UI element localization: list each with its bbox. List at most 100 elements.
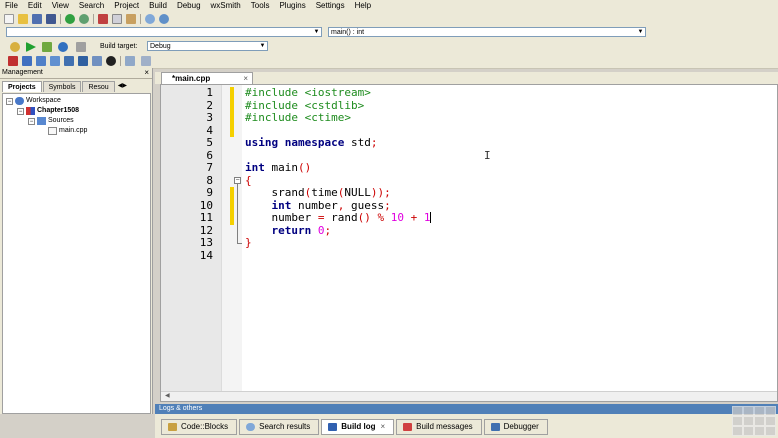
code-completion-toolbar: ▼ main() : int ▼ bbox=[0, 26, 778, 41]
tree-node-sources[interactable]: − Sources bbox=[28, 116, 74, 126]
open-icon[interactable] bbox=[18, 14, 28, 24]
build-target-select[interactable]: Debug ▼ bbox=[147, 41, 268, 51]
line-number: 7 bbox=[206, 161, 213, 174]
editor-tab-bar: *main.cpp × bbox=[155, 72, 778, 84]
tab-label: Build log bbox=[341, 422, 376, 431]
logs-title: Logs & others bbox=[155, 404, 778, 414]
collapse-icon[interactable]: − bbox=[6, 97, 13, 105]
menu-settings[interactable]: Settings bbox=[311, 0, 350, 12]
toolbar-separator bbox=[93, 14, 94, 24]
tree-node-file[interactable]: main.cpp bbox=[48, 126, 87, 136]
menu-view[interactable]: View bbox=[47, 0, 74, 12]
close-icon[interactable]: × bbox=[144, 68, 149, 78]
tab-main-cpp-label: *main.cpp bbox=[172, 74, 211, 83]
chevron-down-icon: ▼ bbox=[313, 29, 320, 35]
code-editor[interactable]: 1 2 3 4 5 6 7 8 9 10 11 12 13 14 − #incl… bbox=[160, 84, 778, 402]
project-icon bbox=[26, 107, 35, 115]
fold-collapse-icon[interactable]: − bbox=[234, 177, 241, 184]
main-toolbar bbox=[0, 12, 778, 27]
tab-search-results[interactable]: Search results bbox=[239, 419, 320, 435]
debug-info-icon[interactable] bbox=[141, 56, 151, 66]
close-icon[interactable]: × bbox=[381, 420, 386, 434]
debug-windows-icon[interactable] bbox=[125, 56, 135, 66]
logs-panel: Logs & others Code::Blocks Search result… bbox=[155, 404, 778, 438]
rebuild-icon[interactable] bbox=[58, 42, 68, 52]
code-line-9: srand(time(NULL)); bbox=[245, 186, 391, 199]
redo-icon[interactable] bbox=[79, 14, 89, 24]
function-combo-value: main() : int bbox=[331, 29, 365, 36]
build-log-icon bbox=[328, 423, 338, 431]
replace-icon[interactable] bbox=[159, 14, 169, 24]
step-into-instruction-icon[interactable] bbox=[92, 56, 102, 66]
file-icon bbox=[48, 127, 57, 135]
scope-combo[interactable]: ▼ bbox=[6, 27, 322, 37]
tab-build-log[interactable]: Build log × bbox=[321, 419, 395, 435]
menu-bar: File Edit View Search Project Build Debu… bbox=[0, 0, 778, 12]
workspace-icon bbox=[15, 97, 24, 105]
tree-node-workspace[interactable]: − Workspace bbox=[6, 96, 61, 106]
chevron-down-icon: ▼ bbox=[637, 29, 644, 35]
cut-icon[interactable] bbox=[98, 14, 108, 24]
tab-projects[interactable]: Projects bbox=[2, 81, 42, 92]
line-number: 11 bbox=[199, 211, 213, 224]
management-panel: Management × Projects Symbols Resou ◀▶ −… bbox=[0, 68, 153, 414]
menu-search[interactable]: Search bbox=[74, 0, 109, 12]
fold-line bbox=[237, 184, 238, 243]
collapse-icon[interactable]: − bbox=[17, 107, 24, 115]
tab-resources[interactable]: Resou bbox=[82, 81, 115, 92]
tab-main-cpp[interactable]: *main.cpp × bbox=[161, 72, 253, 84]
line-number: 3 bbox=[206, 111, 213, 124]
line-number: 14 bbox=[199, 248, 213, 262]
menu-help[interactable]: Help bbox=[350, 0, 376, 12]
build-and-run-icon[interactable] bbox=[42, 42, 52, 52]
menu-file[interactable]: File bbox=[0, 0, 23, 12]
menu-debug[interactable]: Debug bbox=[172, 0, 206, 12]
menu-wxsmith[interactable]: wxSmith bbox=[206, 0, 246, 12]
scroll-left-icon[interactable]: ◀ bbox=[165, 392, 170, 401]
management-title: Management bbox=[2, 69, 43, 76]
stop-debugger-icon[interactable] bbox=[106, 56, 116, 66]
line-number: 1 bbox=[206, 86, 213, 99]
step-into-icon[interactable] bbox=[64, 56, 74, 66]
debug-continue-icon[interactable] bbox=[8, 56, 18, 66]
menu-tools[interactable]: Tools bbox=[246, 0, 275, 12]
build-icon[interactable] bbox=[10, 42, 20, 52]
run-icon[interactable] bbox=[26, 42, 36, 52]
tab-build-messages[interactable]: Build messages bbox=[396, 419, 482, 435]
next-instruction-icon[interactable] bbox=[50, 56, 60, 66]
menu-plugins[interactable]: Plugins bbox=[274, 0, 310, 12]
folder-label: Sources bbox=[48, 117, 74, 124]
step-out-icon[interactable] bbox=[78, 56, 88, 66]
tab-label: Search results bbox=[259, 422, 311, 431]
code-line-3: #include <ctime> bbox=[245, 111, 351, 124]
next-line-icon[interactable] bbox=[36, 56, 46, 66]
menu-edit[interactable]: Edit bbox=[23, 0, 47, 12]
function-combo[interactable]: main() : int ▼ bbox=[328, 27, 646, 37]
menu-build[interactable]: Build bbox=[144, 0, 172, 12]
codeblocks-window: File Edit View Search Project Build Debu… bbox=[0, 0, 778, 438]
copy-icon[interactable] bbox=[112, 14, 122, 24]
tab-codeblocks-log[interactable]: Code::Blocks bbox=[161, 419, 238, 435]
debugger-icon bbox=[490, 423, 500, 431]
find-icon[interactable] bbox=[145, 14, 155, 24]
tab-label: Build messages bbox=[416, 422, 473, 431]
undo-icon[interactable] bbox=[65, 14, 75, 24]
changed-lines-marker bbox=[230, 187, 234, 225]
new-file-icon[interactable] bbox=[4, 14, 14, 24]
save-all-icon[interactable] bbox=[46, 14, 56, 24]
chevron-down-icon: ▼ bbox=[259, 43, 266, 49]
run-to-cursor-icon[interactable] bbox=[22, 56, 32, 66]
tab-scroll-arrows[interactable]: ◀▶ bbox=[116, 81, 127, 92]
horizontal-scrollbar[interactable]: ◀ bbox=[161, 391, 777, 401]
tab-symbols[interactable]: Symbols bbox=[42, 81, 82, 92]
collapse-icon[interactable]: − bbox=[28, 117, 35, 125]
codeblocks-icon bbox=[168, 423, 177, 431]
save-icon[interactable] bbox=[32, 14, 42, 24]
abort-icon[interactable] bbox=[76, 42, 86, 52]
paste-icon[interactable] bbox=[126, 14, 136, 24]
tab-debugger[interactable]: Debugger bbox=[483, 419, 548, 435]
tree-node-project[interactable]: − Chapter1508 bbox=[17, 106, 79, 116]
fold-end bbox=[237, 243, 242, 244]
menu-project[interactable]: Project bbox=[109, 0, 144, 12]
tab-label: Debugger bbox=[503, 422, 539, 431]
